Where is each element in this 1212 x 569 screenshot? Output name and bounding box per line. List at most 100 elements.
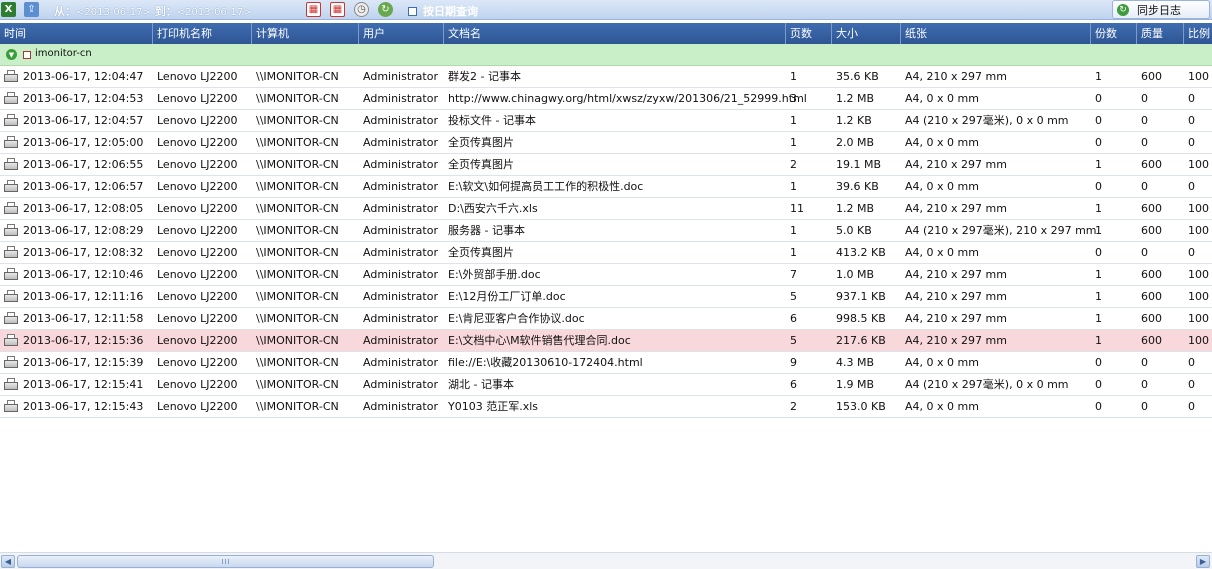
cell-user: Administrator [363,158,438,171]
clock-icon[interactable]: ◷ [354,2,369,17]
cell-doc: 全页传真图片 [448,246,514,259]
cell-copies: 0 [1095,136,1102,149]
cell-time: 2013-06-17, 12:11:16 [23,290,144,303]
col-copies[interactable]: 份数 [1090,23,1136,44]
col-user[interactable]: 用户 [358,23,443,44]
cell-paper: A4, 0 x 0 mm [905,180,979,193]
col-printer[interactable]: 打印机名称 [152,23,251,44]
cell-user: Administrator [363,312,438,325]
cell-size: 1.9 MB [836,378,875,391]
table-row[interactable]: 2013-06-17, 12:15:41 Lenovo LJ2200 \\IMONI… [0,374,1212,396]
table-row[interactable]: 2013-06-17, 12:15:36 Lenovo LJ2200 \\IMONI… [0,330,1212,352]
scroll-left-icon[interactable]: ◀ [1,555,15,568]
cell-pages: 1 [790,224,797,237]
scrollbar-thumb[interactable] [17,555,434,568]
table-row[interactable]: 2013-06-17, 12:15:39 Lenovo LJ2200 \\IMONI… [0,352,1212,374]
cell-time: 2013-06-17, 12:15:41 [23,378,144,391]
col-document[interactable]: 文档名 [443,23,785,44]
table-row[interactable]: 2013-06-17, 12:04:47 Lenovo LJ2200 \\IMONI… [0,66,1212,88]
cell-printer: Lenovo LJ2200 [157,92,238,105]
col-paper[interactable]: 纸张 [900,23,1090,44]
col-size[interactable]: 大小 [831,23,900,44]
cell-computer: \\IMONITOR-CN [256,180,339,193]
cell-computer: \\IMONITOR-CN [256,334,339,347]
table-row[interactable]: 2013-06-17, 12:06:55 Lenovo LJ2200 \\IMONI… [0,154,1212,176]
table-row[interactable]: 2013-06-17, 12:04:57 Lenovo LJ2200 \\IMONI… [0,110,1212,132]
calendar-from-icon[interactable]: ▦ [306,2,321,17]
cell-paper: A4, 210 x 297 mm [905,70,1007,83]
excel-export-icon[interactable]: X [1,2,16,17]
table-row[interactable]: 2013-06-17, 12:11:58 Lenovo LJ2200 \\IMONI… [0,308,1212,330]
cell-copies: 1 [1095,224,1102,237]
cell-time: 2013-06-17, 12:06:55 [23,158,144,171]
cell-quality: 600 [1141,202,1162,215]
cell-time: 2013-06-17, 12:06:57 [23,180,144,193]
cell-pages: 7 [790,268,797,281]
cell-paper: A4 (210 x 297毫米), 0 x 0 mm [905,114,1069,127]
calendar-to-icon[interactable]: ▦ [330,2,345,17]
cell-printer: Lenovo LJ2200 [157,400,238,413]
export-icon[interactable]: ⇪ [24,2,39,17]
printer-icon [4,92,18,105]
cell-quality: 600 [1141,312,1162,325]
to-label: 到： [154,5,177,18]
cell-size: 998.5 KB [836,312,886,325]
cell-time: 2013-06-17, 12:15:43 [23,400,144,413]
cell-scale: 0 [1188,246,1195,259]
cell-doc: file://E:\收藏20130610-172404.html [448,356,643,369]
cell-size: 4.3 MB [836,356,875,369]
cell-printer: Lenovo LJ2200 [157,180,238,193]
cell-computer: \\IMONITOR-CN [256,378,339,391]
table-row[interactable]: 2013-06-17, 12:08:29 Lenovo LJ2200 \\IMONI… [0,220,1212,242]
cell-user: Administrator [363,290,438,303]
table-row[interactable]: 2013-06-17, 12:08:32 Lenovo LJ2200 \\IMONI… [0,242,1212,264]
col-time[interactable]: 时间 [0,23,152,44]
date-query-checkbox[interactable]: 按日期查询 [408,3,478,19]
cell-printer: Lenovo LJ2200 [157,356,238,369]
cell-size: 2.0 MB [836,136,875,149]
expand-icon[interactable]: ▼ [6,49,17,60]
column-headers: 时间 打印机名称 计算机 用户 文档名 页数 大小 纸张 份数 质量 比例 [0,23,1212,44]
cell-doc: E:\12月份工厂订单.doc [448,290,566,303]
table-row[interactable]: 2013-06-17, 12:15:43 Lenovo LJ2200 \\IMONI… [0,396,1212,418]
cell-doc: E:\外贸部手册.doc [448,268,541,281]
printer-icon [4,356,18,369]
table-row[interactable]: 2013-06-17, 12:06:57 Lenovo LJ2200 \\IMONI… [0,176,1212,198]
cell-computer: \\IMONITOR-CN [256,224,339,237]
cell-quality: 600 [1141,224,1162,237]
cell-copies: 0 [1095,92,1102,105]
col-pages[interactable]: 页数 [785,23,831,44]
col-computer[interactable]: 计算机 [251,23,358,44]
cell-copies: 1 [1095,202,1102,215]
checkbox-box[interactable] [408,6,417,16]
cell-copies: 1 [1095,70,1102,83]
cell-time: 2013-06-17, 12:05:00 [23,136,144,149]
scroll-right-icon[interactable]: ▶ [1196,555,1210,568]
table-row[interactable]: 2013-06-17, 12:05:00 Lenovo LJ2200 \\IMONI… [0,132,1212,154]
table-row[interactable]: 2013-06-17, 12:10:46 Lenovo LJ2200 \\IMONI… [0,264,1212,286]
printer-icon [4,114,18,127]
sync-log-button[interactable]: ↻ 同步日志 [1112,0,1210,19]
table-row[interactable]: 2013-06-17, 12:04:53 Lenovo LJ2200 \\IMONI… [0,88,1212,110]
from-date[interactable]: <2013-06-17> [76,7,151,18]
date-range: 从：<2013-06-17> 到：<2013-06-17> [54,3,252,19]
printer-icon [4,312,18,325]
to-date[interactable]: <2013-06-17> [177,7,252,18]
refresh-icon[interactable]: ↻ [378,2,393,17]
horizontal-scrollbar[interactable]: ◀ ▶ [0,552,1212,569]
group-row[interactable]: ▼ imonitor-cn [0,44,1212,66]
cell-computer: \\IMONITOR-CN [256,400,339,413]
cell-copies: 0 [1095,180,1102,193]
cell-pages: 1 [790,70,797,83]
cell-doc: 投标文件 - 记事本 [448,114,536,127]
cell-time: 2013-06-17, 12:15:39 [23,356,144,369]
col-scale[interactable]: 比例 [1183,23,1212,44]
cell-scale: 0 [1188,356,1195,369]
cell-copies: 1 [1095,290,1102,303]
table-row[interactable]: 2013-06-17, 12:08:05 Lenovo LJ2200 \\IMONI… [0,198,1212,220]
col-quality[interactable]: 质量 [1136,23,1183,44]
cell-scale: 0 [1188,400,1195,413]
group-label: imonitor-cn [35,48,92,59]
printer-icon [4,246,18,259]
table-row[interactable]: 2013-06-17, 12:11:16 Lenovo LJ2200 \\IMONI… [0,286,1212,308]
